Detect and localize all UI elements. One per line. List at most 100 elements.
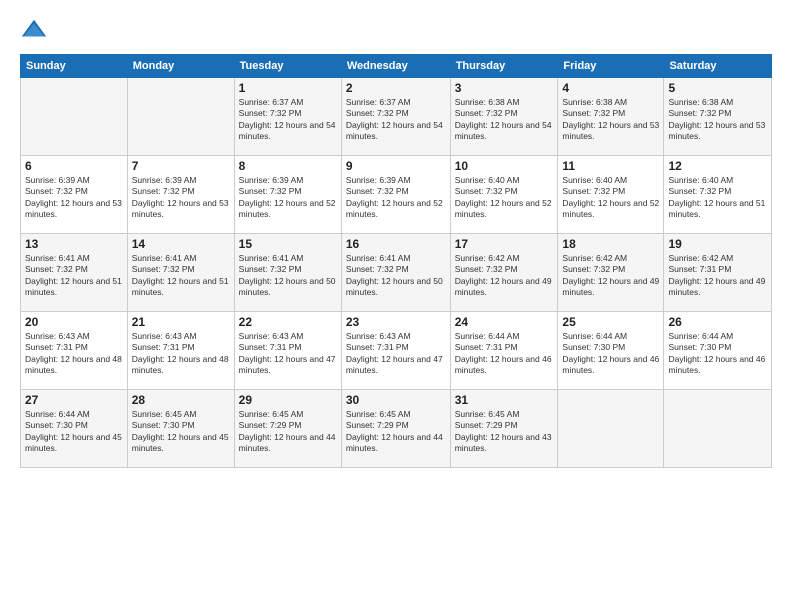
day-number: 27 [25, 393, 123, 407]
day-info: Sunrise: 6:42 AM Sunset: 7:32 PM Dayligh… [455, 253, 554, 299]
day-info: Sunrise: 6:43 AM Sunset: 7:31 PM Dayligh… [132, 331, 230, 377]
day-info: Sunrise: 6:43 AM Sunset: 7:31 PM Dayligh… [346, 331, 446, 377]
calendar-cell: 22Sunrise: 6:43 AM Sunset: 7:31 PM Dayli… [234, 312, 341, 390]
calendar-cell: 20 Sunrise: 6:43 AM Sunset: 7:31 PM Dayli… [21, 312, 128, 390]
calendar-cell: 31 Sunrise: 6:45 AM Sunset: 7:29 PM Dayli… [450, 390, 558, 468]
day-number: 15 [239, 237, 337, 251]
calendar-cell: 9 Sunrise: 6:39 AM Sunset: 7:32 PM Daylig… [341, 156, 450, 234]
calendar-cell [664, 390, 772, 468]
calendar-cell [21, 78, 128, 156]
day-info: Sunrise: 6:39 AM Sunset: 7:32 PM Dayligh… [346, 175, 446, 221]
day-number: 16 [346, 237, 446, 251]
logo-icon [20, 16, 48, 44]
day-number: 9 [346, 159, 446, 173]
day-info: Sunrise: 6:44 AM Sunset: 7:30 PM Dayligh… [668, 331, 767, 377]
weekday-header-saturday: Saturday [664, 55, 772, 78]
day-info: Sunrise: 6:45 AM Sunset: 7:30 PM Dayligh… [132, 409, 230, 455]
day-info: Sunrise: 6:40 AM Sunset: 7:32 PM Dayligh… [562, 175, 659, 221]
day-info: Sunrise: 6:41 AM Sunset: 7:32 PM Dayligh… [25, 253, 123, 299]
day-number: 25 [562, 315, 659, 329]
day-info: Sunrise: 6:44 AM Sunset: 7:31 PM Dayligh… [455, 331, 554, 377]
calendar-week-3: 13 Sunrise: 6:41 AM Sunset: 7:32 PM Dayli… [21, 234, 772, 312]
calendar-cell: 30 Sunrise: 6:45 AM Sunset: 7:29 PM Dayli… [341, 390, 450, 468]
page: SundayMondayTuesdayWednesdayThursdayFrid… [0, 0, 792, 612]
day-number: 28 [132, 393, 230, 407]
day-number: 18 [562, 237, 659, 251]
day-info: Sunrise: 6:42 AM Sunset: 7:32 PM Dayligh… [562, 253, 659, 299]
calendar-cell: 27 Sunrise: 6:44 AM Sunset: 7:30 PM Dayli… [21, 390, 128, 468]
day-number: 12 [668, 159, 767, 173]
day-number: 13 [25, 237, 123, 251]
day-info: Sunrise: 6:41 AM Sunset: 7:32 PM Dayligh… [346, 253, 446, 299]
day-info: Sunrise: 6:39 AM Sunset: 7:32 PM Dayligh… [239, 175, 337, 221]
calendar-cell: 23 Sunrise: 6:43 AM Sunset: 7:31 PM Dayli… [341, 312, 450, 390]
day-info: Sunrise: 6:38 AM Sunset: 7:32 PM Dayligh… [668, 97, 767, 143]
day-info: Sunrise: 6:39 AM Sunset: 7:32 PM Dayligh… [132, 175, 230, 221]
calendar-cell: 4 Sunrise: 6:38 AM Sunset: 7:32 PM Daylig… [558, 78, 664, 156]
day-number: 24 [455, 315, 554, 329]
day-info: Sunrise: 6:41 AM Sunset: 7:32 PM Dayligh… [239, 253, 337, 299]
weekday-header-thursday: Thursday [450, 55, 558, 78]
calendar-cell: 3 Sunrise: 6:38 AM Sunset: 7:32 PM Daylig… [450, 78, 558, 156]
weekday-header-monday: Monday [127, 55, 234, 78]
day-info: Sunrise: 6:45 AM Sunset: 7:29 PM Dayligh… [346, 409, 446, 455]
day-info: Sunrise: 6:37 AM Sunset: 7:32 PM Dayligh… [346, 97, 446, 143]
day-number: 23 [346, 315, 446, 329]
day-number: 19 [668, 237, 767, 251]
day-number: 5 [668, 81, 767, 95]
calendar-cell: 17Sunrise: 6:42 AM Sunset: 7:32 PM Dayli… [450, 234, 558, 312]
weekday-header-row: SundayMondayTuesdayWednesdayThursdayFrid… [21, 55, 772, 78]
calendar-week-1: 1 Sunrise: 6:37 AM Sunset: 7:32 PM Daylig… [21, 78, 772, 156]
day-info: Sunrise: 6:39 AM Sunset: 7:32 PM Dayligh… [25, 175, 123, 221]
day-info: Sunrise: 6:45 AM Sunset: 7:29 PM Dayligh… [455, 409, 554, 455]
day-info: Sunrise: 6:45 AM Sunset: 7:29 PM Dayligh… [239, 409, 337, 455]
day-number: 11 [562, 159, 659, 173]
logo [20, 16, 52, 44]
calendar-cell: 29 Sunrise: 6:45 AM Sunset: 7:29 PM Dayli… [234, 390, 341, 468]
calendar-cell [558, 390, 664, 468]
day-number: 1 [239, 81, 337, 95]
day-info: Sunrise: 6:42 AM Sunset: 7:31 PM Dayligh… [668, 253, 767, 299]
calendar-cell [127, 78, 234, 156]
calendar-cell: 26 Sunrise: 6:44 AM Sunset: 7:30 PM Dayli… [664, 312, 772, 390]
day-number: 31 [455, 393, 554, 407]
day-number: 26 [668, 315, 767, 329]
calendar-cell: 14Sunrise: 6:41 AM Sunset: 7:32 PM Dayli… [127, 234, 234, 312]
day-number: 3 [455, 81, 554, 95]
calendar-cell: 28 Sunrise: 6:45 AM Sunset: 7:30 PM Dayli… [127, 390, 234, 468]
day-number: 22 [239, 315, 337, 329]
day-number: 30 [346, 393, 446, 407]
day-number: 20 [25, 315, 123, 329]
day-number: 14 [132, 237, 230, 251]
calendar-cell: 6 Sunrise: 6:39 AM Sunset: 7:32 PM Daylig… [21, 156, 128, 234]
day-info: Sunrise: 6:40 AM Sunset: 7:32 PM Dayligh… [668, 175, 767, 221]
day-number: 8 [239, 159, 337, 173]
weekday-header-tuesday: Tuesday [234, 55, 341, 78]
day-info: Sunrise: 6:43 AM Sunset: 7:31 PM Dayligh… [25, 331, 123, 377]
calendar-cell: 1 Sunrise: 6:37 AM Sunset: 7:32 PM Daylig… [234, 78, 341, 156]
calendar-cell: 25Sunrise: 6:44 AM Sunset: 7:30 PM Dayli… [558, 312, 664, 390]
day-info: Sunrise: 6:37 AM Sunset: 7:32 PM Dayligh… [239, 97, 337, 143]
weekday-header-friday: Friday [558, 55, 664, 78]
day-number: 10 [455, 159, 554, 173]
calendar-cell: 12 Sunrise: 6:40 AM Sunset: 7:32 PM Dayli… [664, 156, 772, 234]
day-number: 29 [239, 393, 337, 407]
day-number: 21 [132, 315, 230, 329]
day-number: 7 [132, 159, 230, 173]
calendar-week-4: 20 Sunrise: 6:43 AM Sunset: 7:31 PM Dayli… [21, 312, 772, 390]
weekday-header-wednesday: Wednesday [341, 55, 450, 78]
day-number: 2 [346, 81, 446, 95]
calendar-cell: 16 Sunrise: 6:41 AM Sunset: 7:32 PM Dayli… [341, 234, 450, 312]
calendar-cell: 15 Sunrise: 6:41 AM Sunset: 7:32 PM Dayli… [234, 234, 341, 312]
day-info: Sunrise: 6:38 AM Sunset: 7:32 PM Dayligh… [562, 97, 659, 143]
calendar-cell: 5 Sunrise: 6:38 AM Sunset: 7:32 PM Daylig… [664, 78, 772, 156]
day-info: Sunrise: 6:40 AM Sunset: 7:32 PM Dayligh… [455, 175, 554, 221]
calendar-cell: 8 Sunrise: 6:39 AM Sunset: 7:32 PM Daylig… [234, 156, 341, 234]
calendar-week-2: 6 Sunrise: 6:39 AM Sunset: 7:32 PM Daylig… [21, 156, 772, 234]
day-info: Sunrise: 6:44 AM Sunset: 7:30 PM Dayligh… [25, 409, 123, 455]
calendar-week-5: 27 Sunrise: 6:44 AM Sunset: 7:30 PM Dayli… [21, 390, 772, 468]
day-info: Sunrise: 6:38 AM Sunset: 7:32 PM Dayligh… [455, 97, 554, 143]
calendar-cell: 13 Sunrise: 6:41 AM Sunset: 7:32 PM Dayli… [21, 234, 128, 312]
day-number: 4 [562, 81, 659, 95]
day-number: 6 [25, 159, 123, 173]
